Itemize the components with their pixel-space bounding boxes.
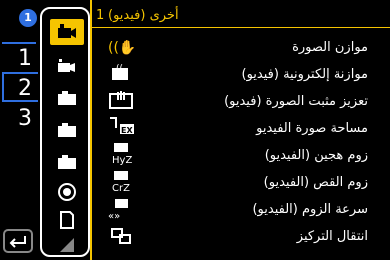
hand-shake-icon: ((✋)) bbox=[104, 34, 138, 60]
svg-text:EX: EX bbox=[121, 126, 133, 135]
camera-menu-screen: 1 1 2 3 1 أخرى (فيديو) ((✋ ((EX HyZ CrZ… bbox=[0, 0, 390, 260]
menu-item-zoom-speed[interactable]: سرعة الزوم (الفيديو) bbox=[252, 202, 368, 217]
focus-transition-icon bbox=[104, 224, 138, 250]
hybrid-zoom-icon: HyZ bbox=[104, 140, 138, 166]
video-camera-icon bbox=[58, 24, 76, 38]
page-title: أخرى (فيديو) bbox=[108, 8, 179, 23]
tab-custom[interactable] bbox=[50, 179, 84, 205]
tab-camera-1[interactable] bbox=[50, 85, 84, 111]
tab-camera-3[interactable] bbox=[50, 149, 84, 175]
photo-video-camera-icon bbox=[58, 59, 75, 72]
document-icon bbox=[60, 211, 74, 229]
page-selector: 1 1 2 3 bbox=[0, 0, 40, 260]
page-marker-badge: 1 bbox=[19, 9, 37, 27]
menu-item-hybrid-zoom[interactable]: زوم هجين (الفيديو) bbox=[265, 148, 368, 163]
camera-icon bbox=[58, 91, 76, 105]
camera-icon bbox=[58, 155, 76, 169]
back-arrow-icon bbox=[9, 236, 26, 248]
ex-tele-icon: EX bbox=[104, 112, 138, 138]
back-button[interactable] bbox=[3, 229, 33, 253]
menu-item-image-area[interactable]: مساحة صورة الفيديو bbox=[256, 121, 368, 136]
menu-tab-column bbox=[40, 7, 90, 257]
svg-text:((✋)): ((✋)) bbox=[108, 39, 136, 56]
svg-text:HyZ: HyZ bbox=[112, 155, 132, 165]
menu-item-e-stabilization[interactable]: موازنة إلكترونية (فيديو) bbox=[242, 67, 369, 82]
svg-text:((: (( bbox=[116, 64, 123, 74]
page-3[interactable]: 3 bbox=[2, 104, 38, 134]
wifi-icon bbox=[60, 238, 74, 252]
separator bbox=[90, 0, 92, 260]
tab-camera-2[interactable] bbox=[50, 117, 84, 143]
electronic-stabilizer-icon: (( bbox=[104, 60, 138, 86]
menu-item-image-stabilizer[interactable]: موازن الصورة bbox=[292, 40, 368, 55]
svg-text:CrZ: CrZ bbox=[112, 183, 130, 193]
header-divider bbox=[90, 27, 390, 28]
menu-header: 1 أخرى (فيديو) bbox=[96, 6, 384, 26]
menu-item-focus-transition[interactable]: انتقال التركيز bbox=[297, 229, 368, 244]
crop-zoom-icon: CrZ bbox=[104, 168, 138, 194]
menu-item-crop-zoom[interactable]: زوم القص (الفيديو) bbox=[264, 175, 368, 190]
tab-photo-video[interactable] bbox=[50, 53, 84, 79]
camera-icon bbox=[58, 123, 76, 137]
menu-item-boost-is[interactable]: تعزيز مثبت الصورة (فيديو) bbox=[224, 94, 368, 109]
zoom-speed-icon: «» bbox=[104, 196, 138, 222]
tab-wireless[interactable] bbox=[50, 231, 84, 257]
svg-text:«»: «» bbox=[108, 211, 120, 221]
tab-setup[interactable] bbox=[50, 207, 84, 233]
page-1[interactable]: 1 bbox=[2, 44, 38, 74]
circle-icon bbox=[58, 183, 76, 201]
page-2[interactable]: 2 bbox=[2, 72, 38, 102]
tab-video[interactable] bbox=[50, 19, 84, 45]
boost-stabilizer-icon bbox=[104, 86, 138, 112]
